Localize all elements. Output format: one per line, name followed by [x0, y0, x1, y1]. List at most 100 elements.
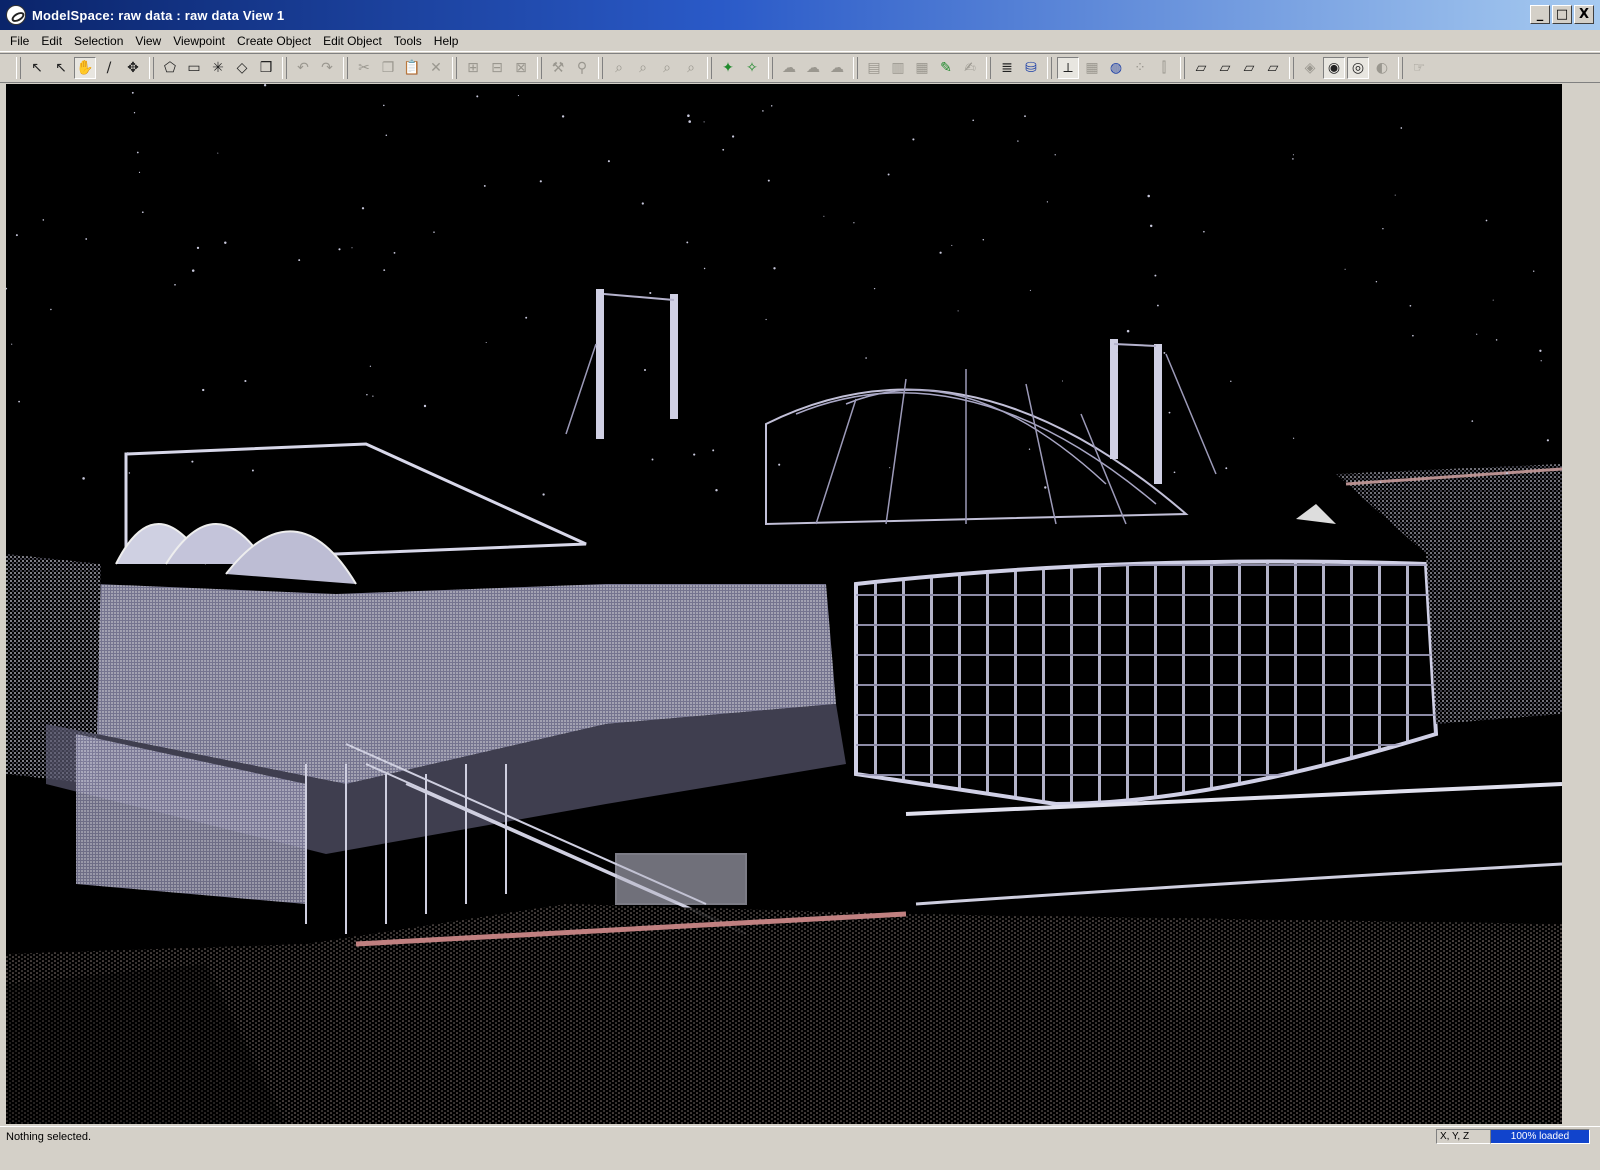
view-plane-1-icon[interactable]: ▱ [1190, 57, 1212, 79]
render-points-icon[interactable]: ◈ [1299, 57, 1321, 79]
noise-point [191, 460, 194, 463]
noise-point [1044, 486, 1047, 489]
noise-point [131, 91, 134, 94]
noise-point [361, 207, 365, 210]
noise-point [263, 84, 267, 87]
point-cloud-viewport[interactable] [6, 84, 1562, 1124]
walkthrough-icon[interactable]: ✧ [741, 57, 763, 79]
view-plane-2-icon[interactable]: ▱ [1214, 57, 1236, 79]
explode-icon[interactable]: ⊠ [510, 57, 532, 79]
menu-viewpoint[interactable]: Viewpoint [167, 32, 231, 50]
ungroup-icon[interactable]: ⊟ [486, 57, 508, 79]
noise-point [128, 472, 131, 474]
cut-icon[interactable]: ✂ [353, 57, 375, 79]
menu-edit-object[interactable]: Edit Object [317, 32, 388, 50]
window-title: ModelSpace: raw data : raw data View 1 [32, 7, 285, 23]
noise-point [1394, 194, 1396, 196]
rectangle-select-icon[interactable]: ▭ [183, 57, 205, 79]
noise-point [912, 138, 915, 141]
close-button[interactable]: X [1574, 5, 1594, 24]
noise-point [703, 121, 705, 123]
render-color-icon[interactable]: ◉ [1323, 57, 1345, 79]
noise-point [1046, 201, 1049, 203]
clip-box-icon[interactable]: ▦ [911, 57, 933, 79]
noise-point [1017, 140, 1019, 142]
noise-point [1163, 351, 1166, 354]
title-bar[interactable]: ModelSpace: raw data : raw data View 1 _… [0, 0, 1600, 30]
coordinate-axes-icon[interactable]: ⟂ [1057, 57, 1079, 79]
arrow-select-icon[interactable]: ↖ [26, 57, 48, 79]
maximize-button[interactable]: □ [1552, 5, 1572, 24]
noise-point [1540, 360, 1542, 362]
move-icon[interactable]: ✥ [122, 57, 144, 79]
toolbar-separator [16, 57, 21, 79]
menu-file[interactable]: File [4, 32, 35, 50]
hand-help-icon[interactable]: ☞ [1408, 57, 1430, 79]
noise-point [853, 222, 855, 224]
noise-point [351, 247, 353, 249]
annotate-icon[interactable]: ✍ [959, 57, 981, 79]
load-progress-bar: 100% loaded [1490, 1129, 1590, 1144]
window-controls: _ □ X [1530, 5, 1594, 24]
layer-icon[interactable]: ▤ [863, 57, 885, 79]
render-shade-icon[interactable]: ◐ [1371, 57, 1393, 79]
menu-tools[interactable]: Tools [388, 32, 428, 50]
arrow-add-select-icon[interactable]: ↖ [50, 57, 72, 79]
noise-point [191, 269, 195, 272]
menu-edit[interactable]: Edit [35, 32, 68, 50]
noise-point [1061, 380, 1064, 382]
zoom-out-icon[interactable]: ⌕ [656, 57, 678, 79]
noise-point [174, 283, 176, 286]
menu-create-object[interactable]: Create Object [231, 32, 317, 50]
noise-point [217, 152, 219, 154]
pen-icon[interactable]: / [98, 57, 120, 79]
zoom-in-icon[interactable]: ⌕ [632, 57, 654, 79]
grid-icon[interactable]: ▦ [1081, 57, 1103, 79]
zoom-extents-icon[interactable]: ⌕ [608, 57, 630, 79]
noise-point [1168, 411, 1171, 414]
copy-icon[interactable]: ❐ [377, 57, 399, 79]
toolbar-separator [768, 57, 773, 79]
minimize-button[interactable]: _ [1530, 5, 1550, 24]
group-icon[interactable]: ⊞ [462, 57, 484, 79]
noise-point [1476, 333, 1478, 335]
view-plane-3-icon[interactable]: ▱ [1238, 57, 1260, 79]
seek-icon[interactable]: ✦ [717, 57, 739, 79]
globe-icon[interactable]: ◍ [1105, 57, 1127, 79]
measure-icon[interactable]: ✎ [935, 57, 957, 79]
hand-pan-icon[interactable]: ✋ [74, 57, 96, 79]
view-plane-4-icon[interactable]: ▱ [1262, 57, 1284, 79]
noise-point [767, 179, 770, 182]
object-list-icon[interactable]: ▥ [887, 57, 909, 79]
noise-point [525, 316, 528, 319]
delete-icon[interactable]: ✕ [425, 57, 447, 79]
orbit-icon[interactable]: ☁ [826, 57, 848, 79]
region-grow-icon[interactable]: ⚲ [571, 57, 593, 79]
scatter-icon[interactable]: ⁘ [1129, 57, 1151, 79]
paste-icon[interactable]: 📋 [401, 57, 423, 79]
redo-icon[interactable]: ↷ [316, 57, 338, 79]
zoom-window-icon[interactable]: ⌕ [680, 57, 702, 79]
toolbar-separator [149, 57, 154, 79]
noise-point [244, 379, 247, 383]
noise-point [15, 234, 18, 237]
noise-point [1375, 281, 1378, 283]
toolbar-separator [1289, 57, 1294, 79]
render-intensity-icon[interactable]: ◎ [1347, 57, 1369, 79]
database-icon[interactable]: ⛁ [1020, 57, 1042, 79]
fit-cloud-icon[interactable]: ⚒ [547, 57, 569, 79]
undo-icon[interactable]: ↶ [292, 57, 314, 79]
fence-polygon-icon[interactable]: ⬠ [159, 57, 181, 79]
align-icon[interactable]: ⫿ [1153, 57, 1175, 79]
eraser-icon[interactable]: ◇ [231, 57, 253, 79]
examine-icon[interactable]: ☁ [802, 57, 824, 79]
layers-stack-icon[interactable]: ≣ [996, 57, 1018, 79]
noise-point [1292, 158, 1294, 160]
menu-view[interactable]: View [129, 32, 167, 50]
menu-selection[interactable]: Selection [68, 32, 129, 50]
noise-point [1495, 339, 1498, 341]
menu-help[interactable]: Help [428, 32, 465, 50]
sparkle-icon[interactable]: ✳ [207, 57, 229, 79]
fly-icon[interactable]: ☁ [778, 57, 800, 79]
cube-icon[interactable]: ❒ [255, 57, 277, 79]
